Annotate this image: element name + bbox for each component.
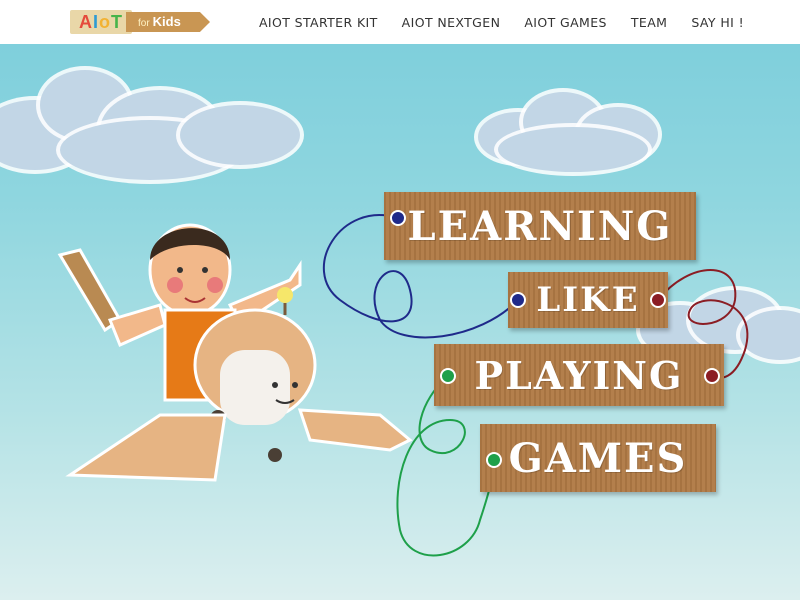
nav-aiot-nextgen[interactable]: AIOT NEXTGEN: [402, 15, 501, 30]
pin-green-2: [486, 452, 502, 468]
pin-red-2: [704, 368, 720, 384]
pin-red-1: [650, 292, 666, 308]
headline-word-4: GAMES: [508, 434, 688, 482]
logo-kids-text: Kids: [152, 14, 181, 29]
main-nav: AIOT STARTER KIT AIOT NEXTGEN AIOT GAMES…: [259, 0, 744, 44]
site-logo[interactable]: AIoT for Kids: [70, 10, 212, 34]
pin-green-1: [440, 368, 456, 384]
logo-letter: T: [111, 12, 123, 32]
headline-playing: PLAYING: [434, 344, 724, 406]
logo-letter: o: [99, 12, 111, 32]
headline-learning: LEARNING: [384, 192, 696, 260]
nav-say-hi[interactable]: SAY HI !: [691, 15, 744, 30]
wooden-sword-icon: [57, 248, 122, 333]
site-header: AIoT for Kids AIOT STARTER KIT AIOT NEXTG…: [0, 0, 800, 44]
nav-team[interactable]: TEAM: [631, 15, 667, 30]
pin-blue-1: [390, 210, 406, 226]
pin-blue-2: [510, 292, 526, 308]
logo-kids-tag: for Kids: [126, 12, 210, 32]
headline-word-3: PLAYING: [474, 352, 684, 398]
headline-word-2: LIKE: [536, 280, 640, 320]
logo-for-text: for: [138, 18, 150, 29]
nav-aiot-starter-kit[interactable]: AIOT STARTER KIT: [259, 15, 378, 30]
nav-aiot-games[interactable]: AIOT GAMES: [524, 15, 607, 30]
logo-aiot-mark: AIoT: [70, 10, 132, 34]
headline-word-1: LEARNING: [407, 202, 673, 250]
headline-games: GAMES: [480, 424, 716, 492]
boy-and-robot-illustration: [57, 223, 413, 482]
logo-letter: A: [78, 12, 93, 32]
headline-like: LIKE: [508, 272, 668, 328]
